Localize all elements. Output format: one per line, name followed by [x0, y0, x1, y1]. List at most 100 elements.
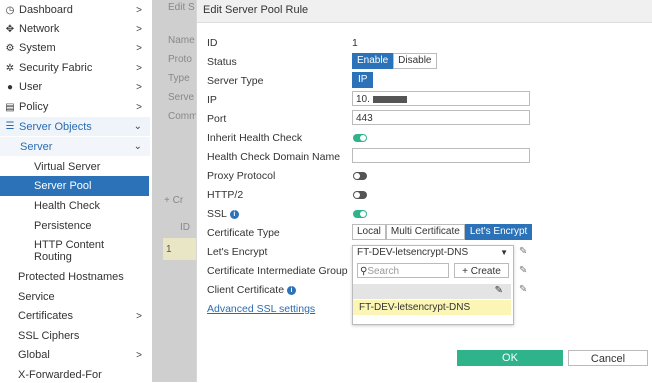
cert-type-local-button[interactable]: Local — [352, 224, 386, 240]
ok-button[interactable]: OK — [457, 350, 563, 366]
client-certificate-label-row: Client Certificate i — [207, 284, 297, 296]
info-icon[interactable]: i — [287, 285, 297, 295]
chevron-right-icon: > — [136, 62, 142, 74]
edit-pencil-icon[interactable]: ✎ — [519, 265, 527, 276]
port-label: Port — [207, 113, 227, 125]
redacted-block — [372, 95, 407, 103]
sidebar-item-server-objects[interactable]: ☰ Server Objects ⌄ — [0, 117, 150, 136]
info-icon[interactable]: i — [229, 209, 239, 219]
inherit-health-check-toggle[interactable] — [353, 134, 367, 142]
sidebar-item-user[interactable]: ● User > — [0, 79, 150, 95]
sidebar-item-protected-hostnames[interactable]: Protected Hostnames — [0, 269, 150, 285]
server-type-ip-button[interactable]: IP — [352, 72, 374, 88]
background-field-label: Comm — [168, 111, 198, 122]
http2-label: HTTP/2 — [207, 189, 244, 201]
cert-type-lets-encrypt-button[interactable]: Let's Encrypt — [464, 224, 533, 240]
background-row-id: 1 — [166, 244, 172, 255]
sidebar-item-ssl-ciphers[interactable]: SSL Ciphers — [0, 328, 150, 344]
gear-icon: ⚙ — [5, 42, 15, 54]
lets-encrypt-label: Let's Encrypt — [207, 246, 268, 258]
ssl-label: SSL — [207, 208, 227, 220]
background-column-id: ID — [180, 222, 190, 233]
server-type-label: Server Type — [207, 75, 264, 87]
create-button[interactable]: + Create — [454, 263, 509, 278]
proxy-protocol-toggle[interactable] — [353, 172, 367, 180]
background-create-button: + Cr — [164, 195, 184, 206]
dropdown-search-input[interactable]: ⚲Search — [357, 263, 449, 278]
ip-input[interactable]: 10. — [352, 91, 530, 106]
network-icon: ✥ — [5, 23, 15, 35]
health-check-domain-label: Health Check Domain Name — [207, 151, 341, 163]
edit-pencil-icon[interactable]: ✎ — [519, 284, 527, 295]
chevron-right-icon: > — [136, 310, 142, 322]
chevron-right-icon: > — [136, 4, 142, 16]
dashboard-icon: ◷ — [5, 4, 15, 16]
chevron-down-icon: ⌄ — [133, 141, 142, 152]
sidebar-item-security-fabric[interactable]: ✲ Security Fabric > — [0, 60, 150, 76]
advanced-ssl-settings-link[interactable]: Advanced SSL settings — [207, 303, 315, 315]
sidebar: ◷ Dashboard > ✥ Network > ⚙ System > ✲ S… — [0, 0, 153, 382]
ip-value: 10. — [356, 94, 370, 105]
certificate-type-label: Certificate Type — [207, 227, 280, 239]
sidebar-item-system[interactable]: ⚙ System > — [0, 40, 150, 56]
http2-toggle[interactable] — [353, 191, 367, 199]
sidebar-item-dashboard[interactable]: ◷ Dashboard > — [0, 2, 150, 18]
intermediate-group-label: Certificate Intermediate Group — [207, 265, 348, 277]
chevron-right-icon: > — [136, 349, 142, 361]
security-fabric-icon: ✲ — [5, 62, 15, 74]
cancel-button[interactable]: Cancel — [568, 350, 648, 366]
sidebar-item-x-forwarded-for[interactable]: X-Forwarded-For — [0, 367, 150, 383]
status-disable-button[interactable]: Disable — [393, 53, 437, 69]
sidebar-item-network[interactable]: ✥ Network > — [0, 21, 150, 37]
chevron-down-icon: ⌄ — [133, 121, 142, 132]
edit-pencil-icon[interactable]: ✎ — [519, 246, 527, 257]
dialog-title-bar: Edit Server Pool Rule — [197, 0, 652, 23]
search-placeholder: Search — [367, 266, 400, 277]
certificate-type-selector: Local Multi Certificate Let's Encrypt — [352, 224, 533, 240]
background-header: Edit S — [168, 2, 195, 13]
proxy-protocol-label: Proxy Protocol — [207, 170, 276, 182]
server-objects-icon: ☰ — [5, 121, 15, 132]
background-field-label: Proto — [168, 54, 192, 65]
sidebar-item-policy[interactable]: ▤ Policy > — [0, 99, 150, 115]
sidebar-item-certificates[interactable]: Certificates > — [0, 308, 150, 324]
ssl-toggle[interactable] — [353, 210, 367, 218]
chevron-right-icon: > — [136, 23, 142, 35]
cert-type-multi-certificate-button[interactable]: Multi Certificate — [385, 224, 465, 240]
lets-encrypt-dropdown[interactable]: FT-DEV-letsencrypt-DNS ▼ ⚲Search + Creat… — [352, 245, 514, 325]
port-input[interactable]: 443 — [352, 110, 530, 125]
dropdown-selected-value: FT-DEV-letsencrypt-DNS — [357, 247, 469, 258]
client-certificate-label: Client Certificate — [207, 284, 285, 296]
sidebar-item-persistence[interactable]: Persistence — [0, 217, 150, 235]
sidebar-item-http-content-routing[interactable]: HTTP Content Routing — [0, 237, 114, 265]
dropdown-caret-icon: ▼ — [500, 248, 508, 257]
inherit-health-check-label: Inherit Health Check — [207, 132, 303, 144]
sidebar-item-health-check[interactable]: Health Check — [0, 197, 150, 215]
server-type-selector: IP — [352, 72, 374, 88]
dialog-title: Edit Server Pool Rule — [203, 4, 309, 16]
edit-server-pool-rule-dialog: Edit Server Pool Rule ID 1 Status Enable… — [196, 0, 652, 382]
sidebar-item-global[interactable]: Global > — [0, 347, 150, 363]
sidebar-item-service[interactable]: Service — [0, 289, 150, 305]
sidebar-item-virtual-server[interactable]: Virtual Server — [0, 157, 150, 176]
ip-label: IP — [207, 94, 217, 106]
edit-pencil-icon[interactable]: ✎ — [495, 285, 503, 296]
status-enable-button[interactable]: Enable — [352, 53, 394, 69]
dropdown-edit-row[interactable]: ✎ — [353, 284, 511, 299]
chevron-right-icon: > — [136, 42, 142, 54]
id-value: 1 — [352, 37, 358, 49]
sidebar-item-server-pool[interactable]: Server Pool — [0, 176, 149, 196]
ssl-label-row: SSL i — [207, 208, 239, 220]
status-label: Status — [207, 56, 237, 68]
background-field-label: Serve — [168, 92, 195, 103]
status-toggle: Enable Disable — [352, 53, 437, 69]
sidebar-item-server[interactable]: Server ⌄ — [0, 137, 150, 156]
background-field-label: Type — [168, 73, 190, 84]
health-check-domain-input[interactable] — [352, 148, 530, 163]
chevron-right-icon: > — [136, 81, 142, 93]
user-icon: ● — [6, 81, 14, 93]
policy-icon: ▤ — [5, 101, 15, 113]
dropdown-option[interactable]: FT-DEV-letsencrypt-DNS — [353, 300, 511, 315]
id-label: ID — [207, 37, 218, 49]
chevron-right-icon: > — [136, 101, 142, 113]
